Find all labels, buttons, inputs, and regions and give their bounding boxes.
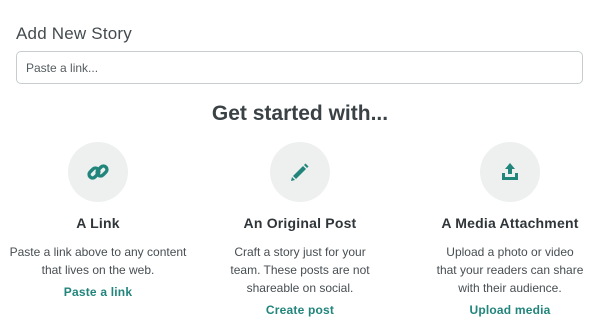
- option-title: An Original Post: [243, 215, 357, 231]
- option-description: Paste a link above to any content that l…: [9, 245, 187, 277]
- create-post-link[interactable]: Create post: [266, 303, 334, 317]
- upload-media-link[interactable]: Upload media: [469, 303, 550, 317]
- option-description: Craft a story just for your team. These …: [230, 245, 370, 295]
- paste-link-input[interactable]: [16, 51, 583, 84]
- option-title: A Link: [76, 215, 120, 231]
- link-icon-circle[interactable]: [68, 142, 128, 202]
- page-title: Add New Story: [16, 24, 132, 44]
- option-description: Upload a photo or video that your reader…: [436, 245, 584, 295]
- option-original-post: An Original Post Craft a story just for …: [200, 142, 400, 319]
- option-media-attachment: A Media Attachment Upload a photo or vid…: [410, 142, 600, 319]
- link-icon: [87, 164, 109, 180]
- option-title: A Media Attachment: [441, 215, 579, 231]
- pencil-icon: [291, 163, 309, 181]
- upload-icon-circle[interactable]: [480, 142, 540, 202]
- upload-icon: [502, 163, 518, 180]
- option-link: A Link Paste a link above to any content…: [0, 142, 198, 301]
- story-type-options: A Link Paste a link above to any content…: [0, 142, 600, 317]
- pencil-icon-circle[interactable]: [270, 142, 330, 202]
- paste-link-link[interactable]: Paste a link: [64, 285, 132, 299]
- get-started-heading: Get started with...: [211, 102, 389, 125]
